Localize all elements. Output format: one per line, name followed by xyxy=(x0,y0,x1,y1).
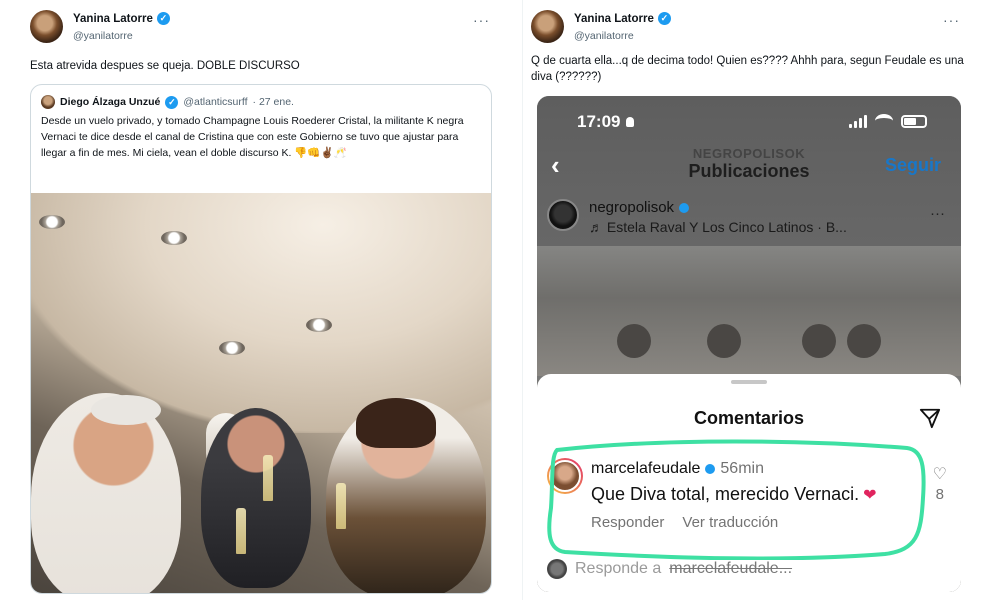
battery-icon xyxy=(901,114,927,128)
person xyxy=(847,324,881,358)
comment-actions: Responder Ver traducción xyxy=(591,514,778,531)
verified-icon xyxy=(679,202,690,213)
author-handle[interactable]: @yanilatorre xyxy=(574,30,634,42)
clock: 17:09 xyxy=(577,112,621,131)
author-name[interactable]: Yanina Latorre xyxy=(73,13,153,25)
person-icon xyxy=(626,117,635,127)
post-username-row: negropolisok xyxy=(589,199,690,216)
tweet-right[interactable]: Yanina Latorre ✓ @yanilatorre ··· Q de c… xyxy=(522,0,974,600)
quote-photo[interactable] xyxy=(31,193,491,593)
instagram-screenshot[interactable]: 17:09 ‹ NEGROPOLISOK Publicaciones Segui… xyxy=(537,96,961,592)
person xyxy=(31,393,181,593)
more-options-icon[interactable]: ··· xyxy=(930,205,945,222)
verified-icon: ✓ xyxy=(657,12,671,25)
person xyxy=(802,324,836,358)
comment-like[interactable]: ♡ 8 xyxy=(933,464,947,503)
champagne-glass xyxy=(263,455,273,501)
post-image xyxy=(537,246,961,376)
quote-author-name: Diego Álzaga Unzué xyxy=(60,96,161,108)
reply-prefix: Responde a xyxy=(575,560,662,577)
champagne-glass xyxy=(336,483,346,529)
tweet-text: Esta atrevida despues se queja. DOBLE DI… xyxy=(30,60,300,72)
cabin-light xyxy=(161,231,187,245)
verified-icon: ✓ xyxy=(156,12,170,25)
cabin-light xyxy=(39,215,65,229)
comment-item[interactable]: marcelafeudale 56min Que Diva total, mer… xyxy=(547,452,951,542)
cabin-light xyxy=(219,341,245,355)
person xyxy=(326,398,486,593)
comment-username[interactable]: marcelafeudale xyxy=(591,460,700,478)
status-time: 17:09 xyxy=(577,112,635,132)
verified-icon xyxy=(705,464,716,474)
more-options-icon[interactable]: ··· xyxy=(943,12,960,28)
comment-text: Que Diva total, merecido Vernaci. xyxy=(591,484,860,504)
heart-outline-icon[interactable]: ♡ xyxy=(933,466,947,483)
screenshot-collage: Yanina Latorre ✓ @yanilatorre ··· Esta a… xyxy=(0,0,983,600)
comment-user-row: marcelafeudale 56min xyxy=(591,460,764,478)
tweet-header: Yanina Latorre ✓ @yanilatorre ··· xyxy=(531,10,966,50)
author-row: Yanina Latorre ✓ xyxy=(73,12,170,25)
quoted-tweet[interactable]: Diego Álzaga Unzué ✓ @atlanticsurff · 27… xyxy=(30,84,492,594)
reply-input[interactable]: Responde a marcelafeudale... xyxy=(547,554,951,584)
avatar[interactable] xyxy=(531,10,564,43)
avatar xyxy=(41,95,55,109)
comment-time: 56min xyxy=(720,460,764,477)
person xyxy=(707,324,741,358)
wifi-icon xyxy=(875,114,893,128)
send-icon[interactable] xyxy=(919,407,941,429)
reply-username: marcelafeudale... xyxy=(669,560,793,577)
tweet-header: Yanina Latorre ✓ @yanilatorre ··· xyxy=(30,10,496,50)
quote-author-handle: @atlanticsurff xyxy=(183,96,248,108)
post-header: negropolisok ♬ Estela Raval Y Los Cinco … xyxy=(547,199,951,239)
tweet-left[interactable]: Yanina Latorre ✓ @yanilatorre ··· Esta a… xyxy=(22,0,504,600)
instagram-nav: ‹ NEGROPOLISOK Publicaciones Seguir xyxy=(537,144,961,184)
person xyxy=(201,408,311,588)
avatar xyxy=(547,559,567,579)
comment-text-row: Que Diva total, merecido Vernaci. ❤ xyxy=(591,484,877,505)
champagne-glass xyxy=(236,508,246,554)
quote-date: · 27 ene. xyxy=(252,96,294,108)
quote-header: Diego Álzaga Unzué ✓ @atlanticsurff · 27… xyxy=(41,95,294,109)
like-count: 8 xyxy=(935,486,944,503)
author-row: Yanina Latorre ✓ xyxy=(574,12,671,25)
comments-sheet[interactable]: Comentarios marcelafeudale 56min Que Div… xyxy=(537,374,961,592)
tweet-text: Q de cuarta ella...q de decima todo! Qui… xyxy=(531,55,964,83)
quote-text: Desde un vuelo privado, y tomado Champag… xyxy=(41,115,464,159)
status-icons xyxy=(849,114,927,128)
author-handle[interactable]: @yanilatorre xyxy=(73,30,133,42)
cabin-light xyxy=(306,318,332,332)
post-song[interactable]: ♬ Estela Raval Y Los Cinco Latinos · B..… xyxy=(589,219,847,235)
person xyxy=(617,324,651,358)
sheet-grabber[interactable] xyxy=(731,380,767,384)
reply-button[interactable]: Responder xyxy=(591,514,664,531)
translate-button[interactable]: Ver traducción xyxy=(682,514,778,531)
follow-button[interactable]: Seguir xyxy=(885,155,941,176)
sheet-title: Comentarios xyxy=(693,408,805,428)
more-options-icon[interactable]: ··· xyxy=(473,12,490,28)
avatar[interactable] xyxy=(547,458,583,494)
verified-icon: ✓ xyxy=(165,95,179,109)
heart-emoji-icon: ❤ xyxy=(863,486,877,504)
author-name[interactable]: Yanina Latorre xyxy=(574,13,654,25)
avatar[interactable] xyxy=(547,199,579,231)
avatar[interactable] xyxy=(30,10,63,43)
signal-icon xyxy=(849,114,867,128)
post-username[interactable]: negropolisok xyxy=(589,199,674,216)
